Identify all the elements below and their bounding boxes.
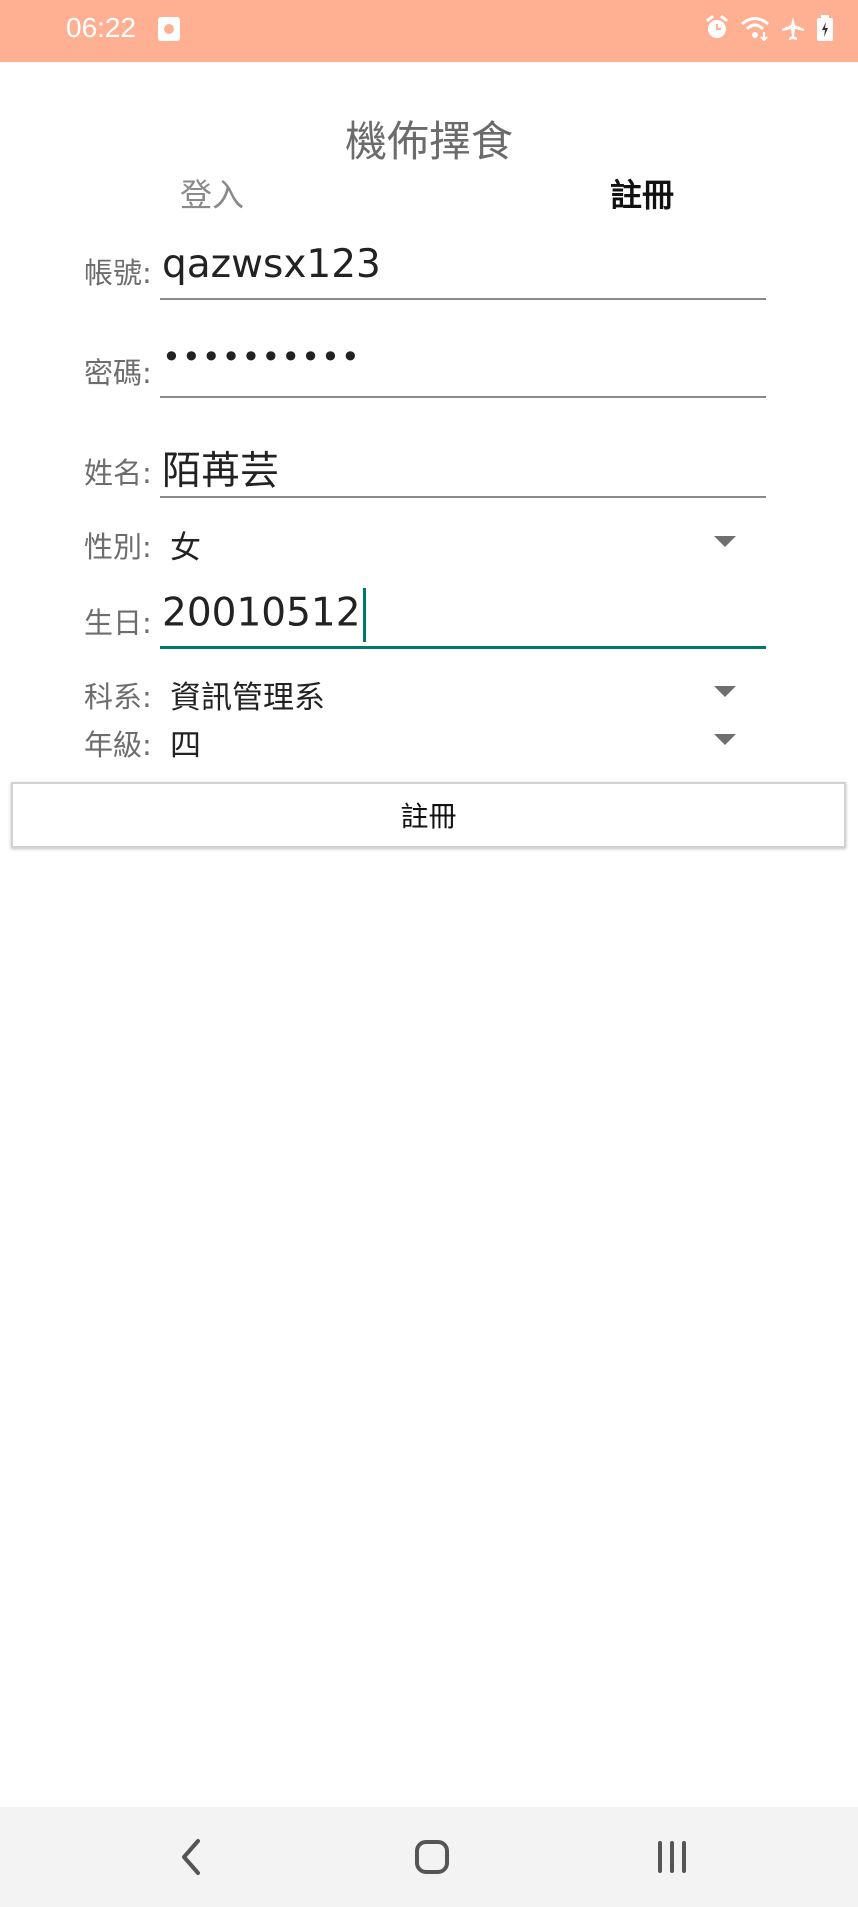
birthday-label: 生日: [84,606,152,640]
app-title: 機佈擇食 [344,117,513,166]
password-value: •••••••••• [162,338,361,376]
dropdown-arrow-icon [714,686,736,697]
gender-value: 女 [170,530,201,566]
status-icons [704,14,834,42]
name-field[interactable]: 陌苒芸 [160,440,766,498]
register-button[interactable]: 註冊 [11,782,846,848]
name-label: 姓名: [84,456,152,490]
airplane-icon [782,17,804,40]
back-icon[interactable] [176,1837,206,1877]
account-label: 帳號: [84,256,152,290]
alarm-icon [706,15,728,38]
home-icon[interactable] [414,1837,450,1877]
grade-value: 四 [170,728,201,764]
navigation-bar [0,1807,858,1907]
text-cursor [362,588,366,642]
status-time: 06:22 [66,12,137,43]
birthday-value: 20010512 [162,590,361,636]
password-label: 密碼: [84,356,152,390]
department-spinner[interactable]: 資訊管理系 [0,668,858,716]
department-value: 資訊管理系 [170,680,325,716]
wifi-icon [741,17,769,41]
tab-login[interactable]: 登入 [180,170,244,216]
tab-register[interactable]: 註冊 [610,170,674,216]
dropdown-arrow-icon [714,536,736,547]
password-field[interactable]: •••••••••• [160,338,766,398]
account-field[interactable]: qazwsx123 [160,240,766,300]
status-bar: 06:22 [0,0,858,62]
birthday-field[interactable]: 20010512 [160,588,766,649]
recent-apps-icon[interactable] [654,1837,690,1877]
gender-spinner[interactable]: 女 [0,518,858,568]
notification-icon [158,17,180,41]
dropdown-arrow-icon [714,734,736,745]
grade-spinner[interactable]: 四 [0,718,858,764]
battery-charging-icon [817,15,833,41]
name-value: 陌苒芸 [162,449,280,494]
account-value: qazwsx123 [162,242,381,287]
